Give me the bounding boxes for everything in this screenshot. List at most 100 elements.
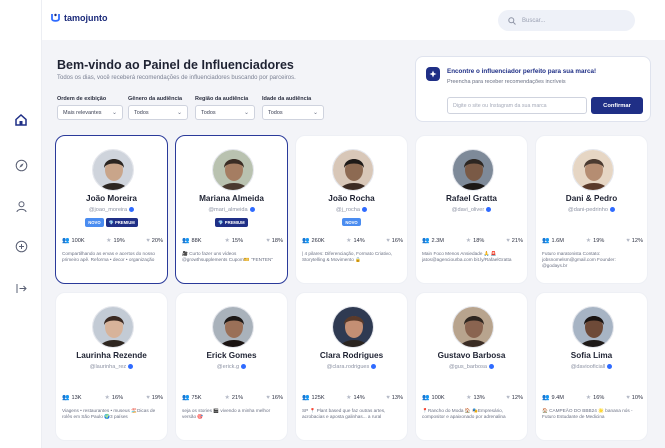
influencer-bio: Compartilhando as ervas e acertos do nos… <box>62 251 156 262</box>
followers-stat: 👥 75K <box>182 394 201 402</box>
confirm-button[interactable]: Confirmar <box>591 97 643 114</box>
logo[interactable]: tamojunto <box>51 13 108 23</box>
filter-order: Ordem de exibição Mais relevantes ⌄ <box>57 96 123 120</box>
star-icon: ★ <box>346 395 352 401</box>
followers-value: 2.3M <box>431 237 444 244</box>
influencer-card[interactable]: Erick Gomes @erick.g 👥 75K ★ 21% ♥ 16% seja… <box>175 292 288 441</box>
engagement-value: 16% <box>111 394 124 401</box>
influencer-card[interactable]: João Moreira @joao_moreira NOVO 💎 PREMIUM… <box>55 135 168 284</box>
verified-icon <box>241 364 247 370</box>
influencer-name: Dani & Pedro <box>565 194 618 203</box>
influencer-card[interactable]: Mariana Almeida @mari_almeida 💎 PREMIUM … <box>175 135 288 284</box>
influencer-handle: @erick.g <box>176 364 287 370</box>
select-value: Todos <box>134 109 149 116</box>
avatar <box>572 306 614 348</box>
influencer-handle: @dani-pedrinho <box>536 207 647 213</box>
order-select[interactable]: Mais relevantes ⌄ <box>57 105 123 120</box>
followers-value: 88K <box>191 237 202 244</box>
add-circle-icon[interactable] <box>12 237 30 255</box>
influencer-card[interactable]: Rafael Gratta @davi_oliver 👥 2.3M ★ 18% ♥ 2… <box>415 135 528 284</box>
verified-icon <box>607 364 613 370</box>
heart-icon: ♥ <box>386 394 390 401</box>
likes-value: 18% <box>271 237 283 244</box>
influencer-name: Mariana Almeida <box>199 194 264 203</box>
handle-text: @clara.rodrigues <box>326 364 370 370</box>
influencer-bio: Main Foco Menos Ansiedade 🙏 🚨 jatos@agen… <box>422 251 512 262</box>
engagement-stat: ★ 18% <box>466 237 485 245</box>
engagement-value: 19% <box>113 237 125 244</box>
influencer-card[interactable]: Dani & Pedro @dani-pedrinho 👥 1.6M ★ 19% ♥… <box>535 135 648 284</box>
likes-value: 13% <box>391 394 403 401</box>
verified-icon <box>129 207 135 213</box>
engagement-value: 16% <box>593 394 605 401</box>
avatar <box>332 149 374 191</box>
influencer-bio: 🎥 Curto fazer uns vídeos @growthsuppleme… <box>182 251 274 262</box>
star-icon: ★ <box>224 395 230 401</box>
gender-select[interactable]: Todos ⌄ <box>128 105 188 120</box>
influencer-name: Erick Gomes <box>206 351 257 360</box>
likes-stat: ♥ 12% <box>626 238 643 244</box>
stats-row: 👥 1.6M ★ 19% ♥ 12% <box>542 237 643 245</box>
handle-text: @dani-pedrinho <box>568 207 608 213</box>
influencer-name: Gustavo Barbosa <box>437 351 506 360</box>
badge-row: NOVO <box>296 218 407 226</box>
star-icon: ★ <box>106 238 112 244</box>
star-icon: ★ <box>585 238 592 244</box>
influencer-card[interactable]: Gustavo Barbosa @gus_barbosa 👥 100K ★ 13% … <box>415 292 528 441</box>
influencer-card[interactable]: Clara Rodrigues @clara.rodrigues 👥 125K ★… <box>295 292 408 441</box>
select-value: Todos <box>268 109 283 116</box>
followers-icon: 👥 <box>182 238 190 244</box>
verified-icon <box>128 364 134 370</box>
likes-stat: ♥ 13% <box>386 395 403 401</box>
user-icon[interactable] <box>12 197 30 215</box>
likes-value: 21% <box>511 237 523 244</box>
stats-row: 👥 100K ★ 13% ♥ 12% <box>422 394 523 402</box>
engagement-value: 14% <box>353 394 365 401</box>
likes-value: 16% <box>271 394 283 401</box>
heart-icon: ♥ <box>146 237 150 244</box>
likes-stat: ♥ 19% <box>146 395 163 401</box>
star-icon: ★ <box>466 395 472 401</box>
compass-icon[interactable] <box>12 156 30 174</box>
likes-stat: ♥ 16% <box>386 238 403 244</box>
avatar <box>452 149 494 191</box>
handle-text: @laurinha_rez <box>89 364 127 370</box>
stats-row: 👥 125K ★ 14% ♥ 13% <box>302 394 403 402</box>
star-icon: ★ <box>346 238 352 244</box>
influencer-name: Laurinha Rezende <box>76 351 147 360</box>
heart-icon: ♥ <box>386 237 390 244</box>
region-select[interactable]: Todos ⌄ <box>195 105 255 120</box>
stats-row: 👥 9.4M ★ 16% ♥ 10% <box>542 394 643 402</box>
stats-row: 👥 260K ★ 14% ♥ 16% <box>302 237 403 245</box>
brand-site-input[interactable]: Digite o site ou Instagram da sua marca <box>447 97 587 114</box>
likes-stat: ♥ 16% <box>266 395 283 401</box>
stats-row: 👥 13K ★ 16% ♥ 19% <box>62 394 163 402</box>
influencer-name: Rafael Gratta <box>446 194 497 203</box>
search-bar[interactable]: Buscar... <box>498 10 635 31</box>
stats-row: 👥 100K ★ 19% ♥ 20% <box>62 237 163 245</box>
likes-stat: ♥ 10% <box>626 395 643 401</box>
engagement-stat: ★ 21% <box>224 394 244 402</box>
engagement-stat: ★ 14% <box>346 237 365 245</box>
filter-gender: Gênero da audiência Todos ⌄ <box>128 96 188 120</box>
likes-stat: ♥ 20% <box>146 238 163 244</box>
search-input[interactable]: Buscar... <box>522 18 545 24</box>
followers-value: 9.4M <box>551 394 564 401</box>
avatar <box>92 149 134 191</box>
influencer-card[interactable]: João Rocha @j_rocha NOVO 👥 260K ★ 14% ♥ 16%… <box>295 135 408 284</box>
followers-value: 1.6M <box>551 237 564 244</box>
influencer-card[interactable]: Sofia Lima @daviooficiall 👥 9.4M ★ 16% ♥ 10… <box>535 292 648 441</box>
age-select[interactable]: Todos ⌄ <box>262 105 324 120</box>
stats-row: 👥 2.3M ★ 18% ♥ 21% <box>422 237 523 245</box>
followers-value: 100K <box>71 237 85 244</box>
likes-stat: ♥ 12% <box>506 395 523 401</box>
influencer-name: Clara Rodrigues <box>319 351 384 360</box>
avatar <box>452 306 494 348</box>
followers-icon: 👥 <box>62 395 70 401</box>
logout-icon[interactable] <box>12 279 30 297</box>
influencer-card[interactable]: Laurinha Rezende @laurinha_rez 👥 13K ★ 16%… <box>55 292 168 441</box>
heart-icon: ♥ <box>506 394 510 401</box>
followers-icon: 👥 <box>182 395 190 401</box>
heart-icon: ♥ <box>506 237 510 244</box>
home-icon[interactable] <box>12 111 30 129</box>
